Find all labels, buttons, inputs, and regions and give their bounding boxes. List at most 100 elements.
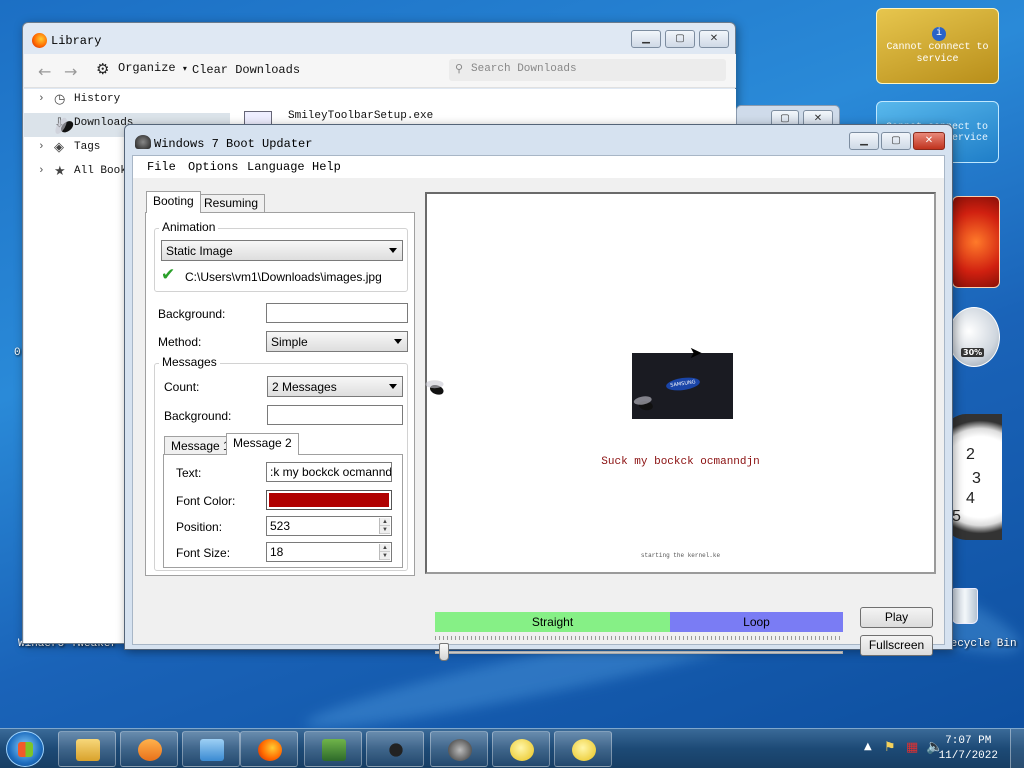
background-field[interactable] (266, 303, 408, 323)
messages-legend: Messages (159, 355, 220, 369)
chevron-down-icon (389, 384, 397, 389)
position-value: 523 (270, 519, 291, 533)
chevron-right-icon: › (38, 93, 45, 105)
chevron-down-icon (394, 339, 402, 344)
boot-updater-icon (448, 739, 472, 761)
smiley-icon (510, 739, 534, 761)
tab-resuming[interactable]: Resuming (197, 194, 266, 212)
close-button[interactable]: ✕ (699, 30, 729, 48)
smiley-icon (572, 739, 596, 761)
tab-booting[interactable]: Booting (146, 191, 201, 213)
recycle-bin-icon[interactable] (952, 588, 978, 624)
mouse-cursor-icon: ➤ (689, 343, 703, 362)
boot-updater-title: Windows 7 Boot Updater (154, 137, 313, 151)
explorer-icon (76, 739, 100, 761)
chevron-down-icon (389, 248, 397, 253)
start-button[interactable] (6, 731, 44, 767)
forward-arrow-icon[interactable]: → (64, 62, 77, 81)
spinner-arrows-icon[interactable]: ▲ ▼ (379, 518, 390, 534)
search-icon: ⚲ (455, 64, 464, 76)
maximize-button[interactable]: ▢ (881, 132, 911, 150)
currency-gadget[interactable]: i Cannot connect to service (876, 8, 999, 84)
timeline-slider-handle[interactable] (439, 643, 449, 661)
sidebar-item-history[interactable]: › ◷ History (24, 89, 230, 113)
taskbar-smiley-button[interactable] (492, 731, 550, 767)
organize-menu[interactable]: Organize ▾ (118, 61, 187, 75)
menu-item-help[interactable]: Help (312, 160, 341, 174)
minimize-button[interactable]: ▁ (631, 30, 661, 48)
gear-icon: ⚙ (96, 60, 110, 78)
message-count-value: 2 Messages (272, 380, 337, 394)
close-button[interactable]: ✕ (913, 132, 945, 150)
maximize-button[interactable]: ▢ (665, 30, 695, 48)
messages-background-label: Background: (164, 409, 232, 423)
show-hidden-icons-icon[interactable]: ▲ (864, 741, 872, 752)
firefox-icon (258, 739, 282, 761)
currency-gadget-message: Cannot connect to service (886, 42, 989, 65)
spinner-arrows-icon[interactable]: ▲ ▼ (379, 544, 390, 560)
back-arrow-icon[interactable]: ← (38, 62, 51, 81)
taskbar-control-panel-button[interactable] (182, 731, 240, 767)
clock-date: 11/7/2022 (938, 750, 998, 762)
minimize-button[interactable]: ▁ (849, 132, 879, 150)
library-titlebar[interactable]: Library ▁ ▢ ✕ (23, 23, 735, 53)
font-color-fill (269, 493, 389, 507)
timeline-track[interactable] (435, 651, 843, 654)
message-text-field[interactable]: :k my bockck ocmanndjn (266, 462, 392, 482)
taskbar-smiley-button[interactable] (554, 731, 612, 767)
info-icon: i (932, 27, 946, 41)
search-downloads-input[interactable]: ⚲ Search Downloads (449, 59, 726, 81)
cpu-meter-gadget[interactable]: 30% (948, 307, 1000, 367)
desktop-stray-text: 0 (14, 347, 21, 359)
slideshow-gadget[interactable] (952, 196, 1000, 288)
fullscreen-button[interactable]: Fullscreen (860, 635, 933, 656)
organize-label: Organize (118, 61, 176, 75)
action-center-icon[interactable]: ⚑ (884, 740, 896, 755)
menu-item-file[interactable]: File (147, 160, 176, 174)
sidebar-item-label: History (74, 93, 121, 105)
star-icon: ★ (54, 164, 66, 179)
library-title: Library (51, 34, 102, 48)
recycle-bin-label[interactable]: Recycle Bin (944, 638, 1024, 650)
font-color-swatch[interactable] (266, 490, 392, 510)
straight-segment[interactable]: Straight (435, 612, 670, 632)
message-count-select[interactable]: 2 Messages (267, 376, 403, 397)
messages-background-field[interactable] (267, 405, 403, 425)
firefox-icon (32, 33, 47, 48)
timeline-ticks (435, 636, 843, 640)
taskbar-firefox-button[interactable] (240, 731, 298, 767)
method-value: Simple (271, 335, 308, 349)
taskbar-media-player-button[interactable] (120, 731, 178, 767)
taskbar-clock[interactable]: 7:07 PM 11/7/2022 (939, 734, 998, 764)
boot-updater-icon (135, 135, 151, 149)
network-icon[interactable]: ▦ (906, 740, 918, 755)
position-spinner[interactable]: 523 ▲ ▼ (266, 516, 392, 536)
animation-group: Animation Static Image ✔ C:\Users\vm1\Do… (154, 220, 408, 292)
menu-bar: File Options Language Help (133, 156, 944, 178)
download-item-name[interactable]: SmileyToolbarSetup.exe (288, 110, 433, 122)
font-color-label: Font Color: (176, 494, 236, 508)
boot-message-2: starting the kernel.ke (640, 552, 721, 559)
method-select[interactable]: Simple (266, 331, 408, 352)
boot-updater-window[interactable]: Windows 7 Boot Updater ▁ ▢ ✕ File Option… (124, 124, 953, 661)
tag-icon: ◈ (54, 140, 64, 155)
play-button[interactable]: Play (860, 607, 933, 628)
menu-item-options[interactable]: Options (188, 160, 238, 174)
font-size-label: Font Size: (176, 546, 231, 560)
menu-item-language[interactable]: Language (247, 160, 305, 174)
taskbar-fly-app-button[interactable] (366, 731, 424, 767)
loop-segment[interactable]: Loop (670, 612, 843, 632)
taskbar-explorer-button[interactable] (58, 731, 116, 767)
boot-updater-titlebar[interactable]: Windows 7 Boot Updater ▁ ▢ ✕ (125, 125, 952, 155)
clock-number: 5 (952, 508, 961, 525)
font-size-spinner[interactable]: 18 ▲ ▼ (266, 542, 392, 562)
taskbar-remote-desktop-button[interactable] (304, 731, 362, 767)
animation-type-select[interactable]: Static Image (161, 240, 403, 261)
clear-downloads-button[interactable]: Clear Downloads (188, 61, 304, 79)
taskbar-boot-updater-button[interactable] (430, 731, 488, 767)
messages-group: Messages Count: 2 Messages Background: M… (154, 355, 408, 571)
tab-message-2[interactable]: Message 2 (226, 433, 299, 455)
animation-file-path: C:\Users\vm1\Downloads\images.jpg (185, 270, 382, 284)
show-desktop-button[interactable] (1010, 729, 1024, 768)
text-label: Text: (176, 466, 202, 480)
